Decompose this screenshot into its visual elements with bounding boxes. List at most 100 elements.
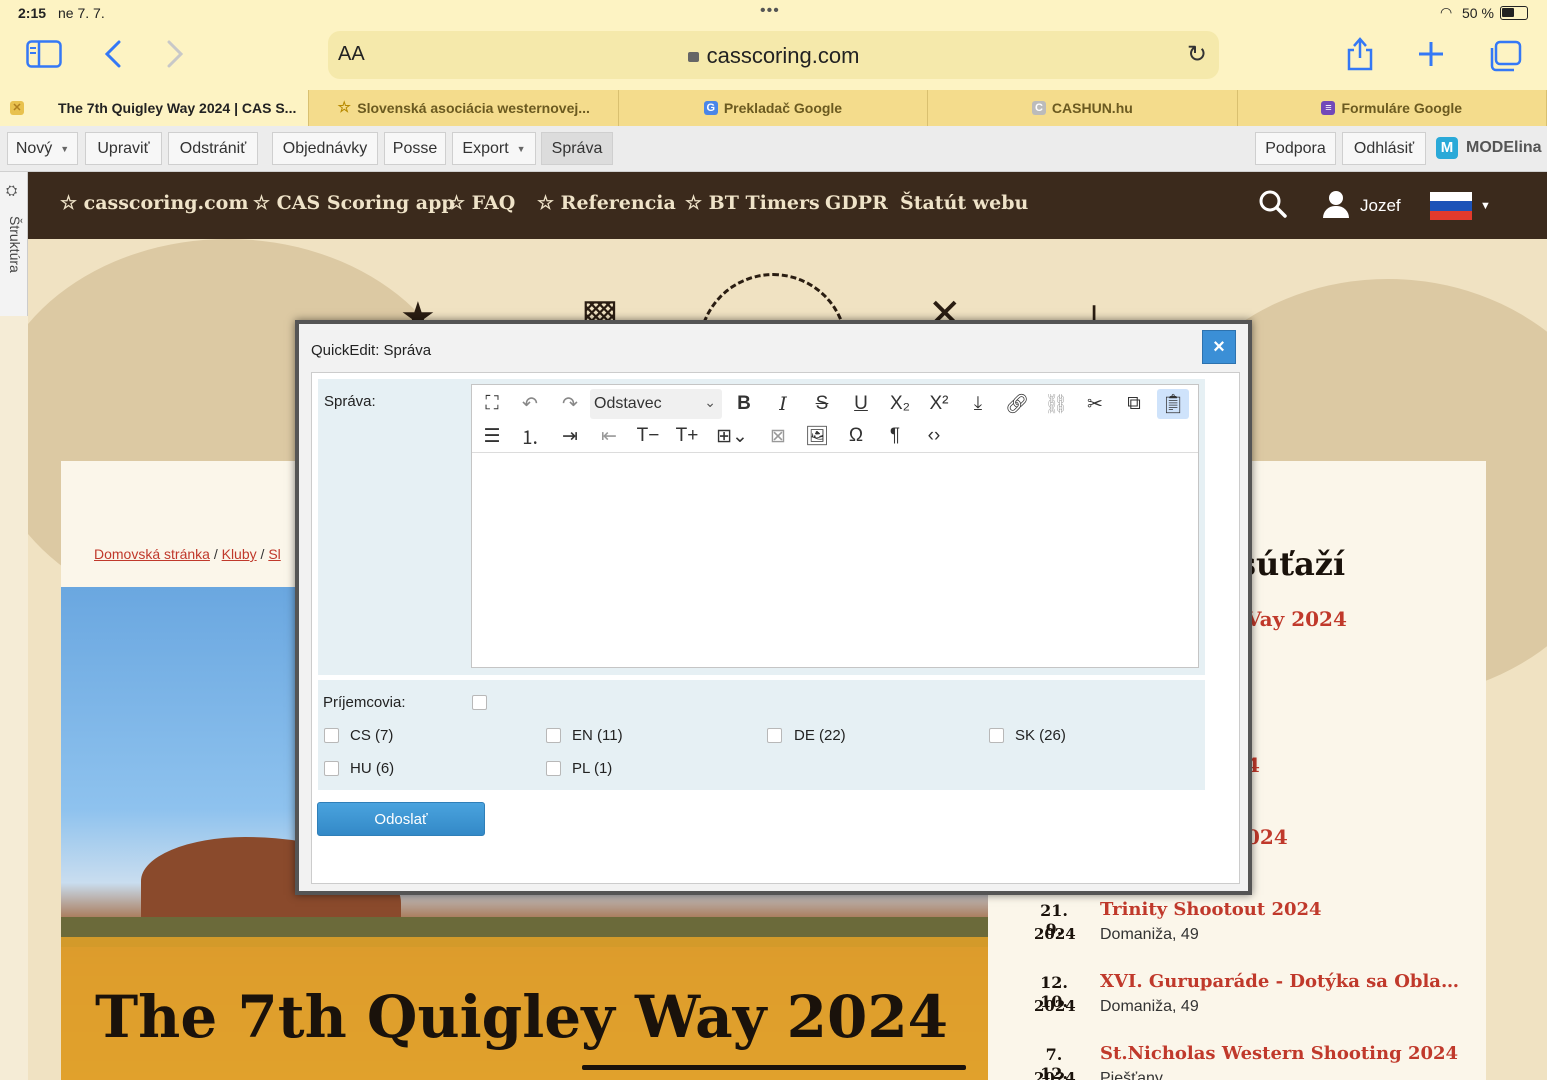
recipient-en-label[interactable]: EN (11) xyxy=(572,727,623,744)
button-label: Správa xyxy=(551,139,603,157)
tab-cashun[interactable]: C CASHUN.hu xyxy=(928,90,1238,126)
close-tab-icon[interactable]: ✕ xyxy=(10,101,24,115)
image-icon[interactable]: 🖼︎ xyxy=(801,421,833,451)
recipient-sk-checkbox[interactable] xyxy=(989,728,1004,743)
tabs-overview-icon[interactable] xyxy=(1488,40,1522,78)
close-button[interactable]: × xyxy=(1202,330,1236,364)
recipient-pl-checkbox[interactable] xyxy=(546,761,561,776)
event-name[interactable]: Trinity Shootout 2024 xyxy=(1100,899,1460,920)
font-size-decrease-icon[interactable]: T− xyxy=(632,421,664,451)
nav-gdpr[interactable]: GDPR xyxy=(825,192,888,214)
breadcrumb-home[interactable]: Domovská stránka xyxy=(94,546,210,562)
new-tab-icon[interactable] xyxy=(1417,40,1445,74)
back-icon[interactable] xyxy=(104,40,122,74)
event-title-fragment[interactable]: Vay 2024 xyxy=(1246,607,1347,631)
font-size-increase-icon[interactable]: T+ xyxy=(671,421,703,451)
link-icon[interactable]: 🔗︎ xyxy=(1001,389,1033,419)
recipient-pl-label[interactable]: PL (1) xyxy=(572,760,612,777)
tab-label: Slovenská asociácia westernovej... xyxy=(357,100,590,116)
quickedit-dialog: QuickEdit: Správa × Správa: ⛶ ↶ ↷ Odstav… xyxy=(295,320,1252,895)
message-button[interactable]: Správa xyxy=(541,132,613,165)
subscript-icon[interactable]: X₂ xyxy=(884,389,916,419)
bold-icon[interactable]: B xyxy=(728,389,760,419)
send-button[interactable]: Odoslať xyxy=(317,802,485,836)
unlink-icon[interactable]: ⛓ xyxy=(1040,389,1072,419)
recipient-en-checkbox[interactable] xyxy=(546,728,561,743)
strikethrough-icon[interactable]: S xyxy=(806,389,838,419)
posse-button[interactable]: Posse xyxy=(384,132,446,165)
recipient-sk-label[interactable]: SK (26) xyxy=(1015,727,1066,744)
tab-google-forms[interactable]: ≡ Formuláre Google xyxy=(1238,90,1547,126)
event-title-fragment[interactable]: 024 xyxy=(1246,825,1288,849)
logout-button[interactable]: Odhlásiť xyxy=(1342,132,1426,165)
numbered-list-icon[interactable]: ⒈ xyxy=(514,421,546,451)
new-button[interactable]: Nový ▼ xyxy=(7,132,78,165)
fullscreen-icon[interactable]: ⛶ xyxy=(476,389,508,419)
recipient-cs-checkbox[interactable] xyxy=(324,728,339,743)
table-icon[interactable]: ⊞⌄ xyxy=(710,421,754,451)
edit-button[interactable]: Upraviť xyxy=(85,132,162,165)
tab-quigley-way[interactable]: ✕ The 7th Quigley Way 2024 | CAS S... xyxy=(0,90,310,126)
url-text[interactable]: casscoring.com xyxy=(328,43,1219,69)
tab-google-translate[interactable]: G Prekladač Google xyxy=(619,90,929,126)
structure-panel-tab[interactable]: ⛭ Štruktúra xyxy=(0,172,28,316)
source-code-icon[interactable]: ‹› xyxy=(918,421,950,451)
recipient-hu-checkbox[interactable] xyxy=(324,761,339,776)
user-icon[interactable] xyxy=(1322,191,1350,219)
address-bar[interactable]: AA casscoring.com ↻ xyxy=(328,31,1219,79)
editor-content-area[interactable] xyxy=(472,454,1198,667)
recipient-de-checkbox[interactable] xyxy=(767,728,782,743)
multitask-dots-icon[interactable]: ••• xyxy=(760,2,780,20)
share-icon[interactable] xyxy=(1346,36,1374,78)
breadcrumb-clubs[interactable]: Kluby xyxy=(222,546,257,562)
event-place: Domaniža, 49 xyxy=(1100,926,1199,943)
delete-button[interactable]: Odstrániť xyxy=(168,132,258,165)
select-all-checkbox[interactable] xyxy=(472,695,487,710)
undo-icon[interactable]: ↶ xyxy=(514,389,546,419)
redo-icon[interactable]: ↷ xyxy=(554,389,586,419)
modelina-logo[interactable]: M MODElina xyxy=(1436,137,1542,159)
block-format-select[interactable]: Odstavec ⌄ xyxy=(590,389,722,419)
forward-icon[interactable] xyxy=(166,40,184,74)
event-name[interactable]: XVI. Guruparáde - Dotýka sa Oblakov 2... xyxy=(1100,971,1460,992)
nav-statut[interactable]: Štatút webu xyxy=(900,192,1028,214)
outdent-icon[interactable]: ⇤ xyxy=(593,421,625,451)
underline-icon[interactable]: U xyxy=(845,389,877,419)
nav-scoring-app[interactable]: ☆ CAS Scoring app xyxy=(253,192,455,214)
language-caret-icon[interactable]: ▼ xyxy=(1480,200,1491,212)
show-blocks-icon[interactable]: ¶ xyxy=(879,421,911,451)
tab-slovak-association[interactable]: ☆ Slovenská asociácia westernovej... xyxy=(309,90,619,126)
nav-bt-timers[interactable]: ☆ BT Timers xyxy=(685,192,820,214)
browser-toolbar: AA casscoring.com ↻ xyxy=(0,28,1547,90)
nav-faq[interactable]: ☆ FAQ xyxy=(448,192,515,214)
indent-icon[interactable]: ⇥ xyxy=(554,421,586,451)
copy-icon[interactable]: ⧉ xyxy=(1118,389,1150,419)
sidebar-icon[interactable] xyxy=(26,40,62,74)
paste-text-icon[interactable]: 📋︎ xyxy=(1157,389,1189,419)
cut-icon[interactable]: ✂ xyxy=(1079,389,1111,419)
italic-icon[interactable]: I xyxy=(767,389,799,419)
special-char-icon[interactable]: Ω xyxy=(840,421,872,451)
nav-referencia[interactable]: ☆ Referencia xyxy=(537,192,676,214)
search-icon[interactable] xyxy=(1258,189,1288,226)
clear-format-icon[interactable]: ⊠ xyxy=(762,421,794,451)
dialog-body: Správa: ⛶ ↶ ↷ Odstavec ⌄ B I S U X₂ X² ⤓ … xyxy=(311,372,1240,884)
export-button[interactable]: Export ▼ xyxy=(452,132,536,165)
lock-icon xyxy=(687,52,699,62)
event-item: 7. 12. 2024 St.Nicholas Western Shooting… xyxy=(988,1043,1486,1080)
event-name[interactable]: St.Nicholas Western Shooting 2024 xyxy=(1100,1043,1460,1064)
support-button[interactable]: Podpora xyxy=(1255,132,1336,165)
insert-icon[interactable]: ⤓ xyxy=(962,389,994,419)
nav-casscoring[interactable]: ☆ casscoring.com xyxy=(60,192,248,214)
superscript-icon[interactable]: X² xyxy=(923,389,955,419)
message-row: Správa: ⛶ ↶ ↷ Odstavec ⌄ B I S U X₂ X² ⤓ … xyxy=(318,379,1205,675)
recipient-de-label[interactable]: DE (22) xyxy=(794,727,846,744)
bullet-list-icon[interactable]: ☰ xyxy=(476,421,508,451)
reload-icon[interactable]: ↻ xyxy=(1187,40,1207,69)
slovak-flag-icon[interactable] xyxy=(1430,192,1472,220)
recipient-hu-label[interactable]: HU (6) xyxy=(350,760,394,777)
breadcrumb-current[interactable]: Sl xyxy=(268,546,280,562)
recipient-cs-label[interactable]: CS (7) xyxy=(350,727,393,744)
user-name[interactable]: Jozef xyxy=(1360,196,1401,216)
orders-button[interactable]: Objednávky xyxy=(272,132,378,165)
